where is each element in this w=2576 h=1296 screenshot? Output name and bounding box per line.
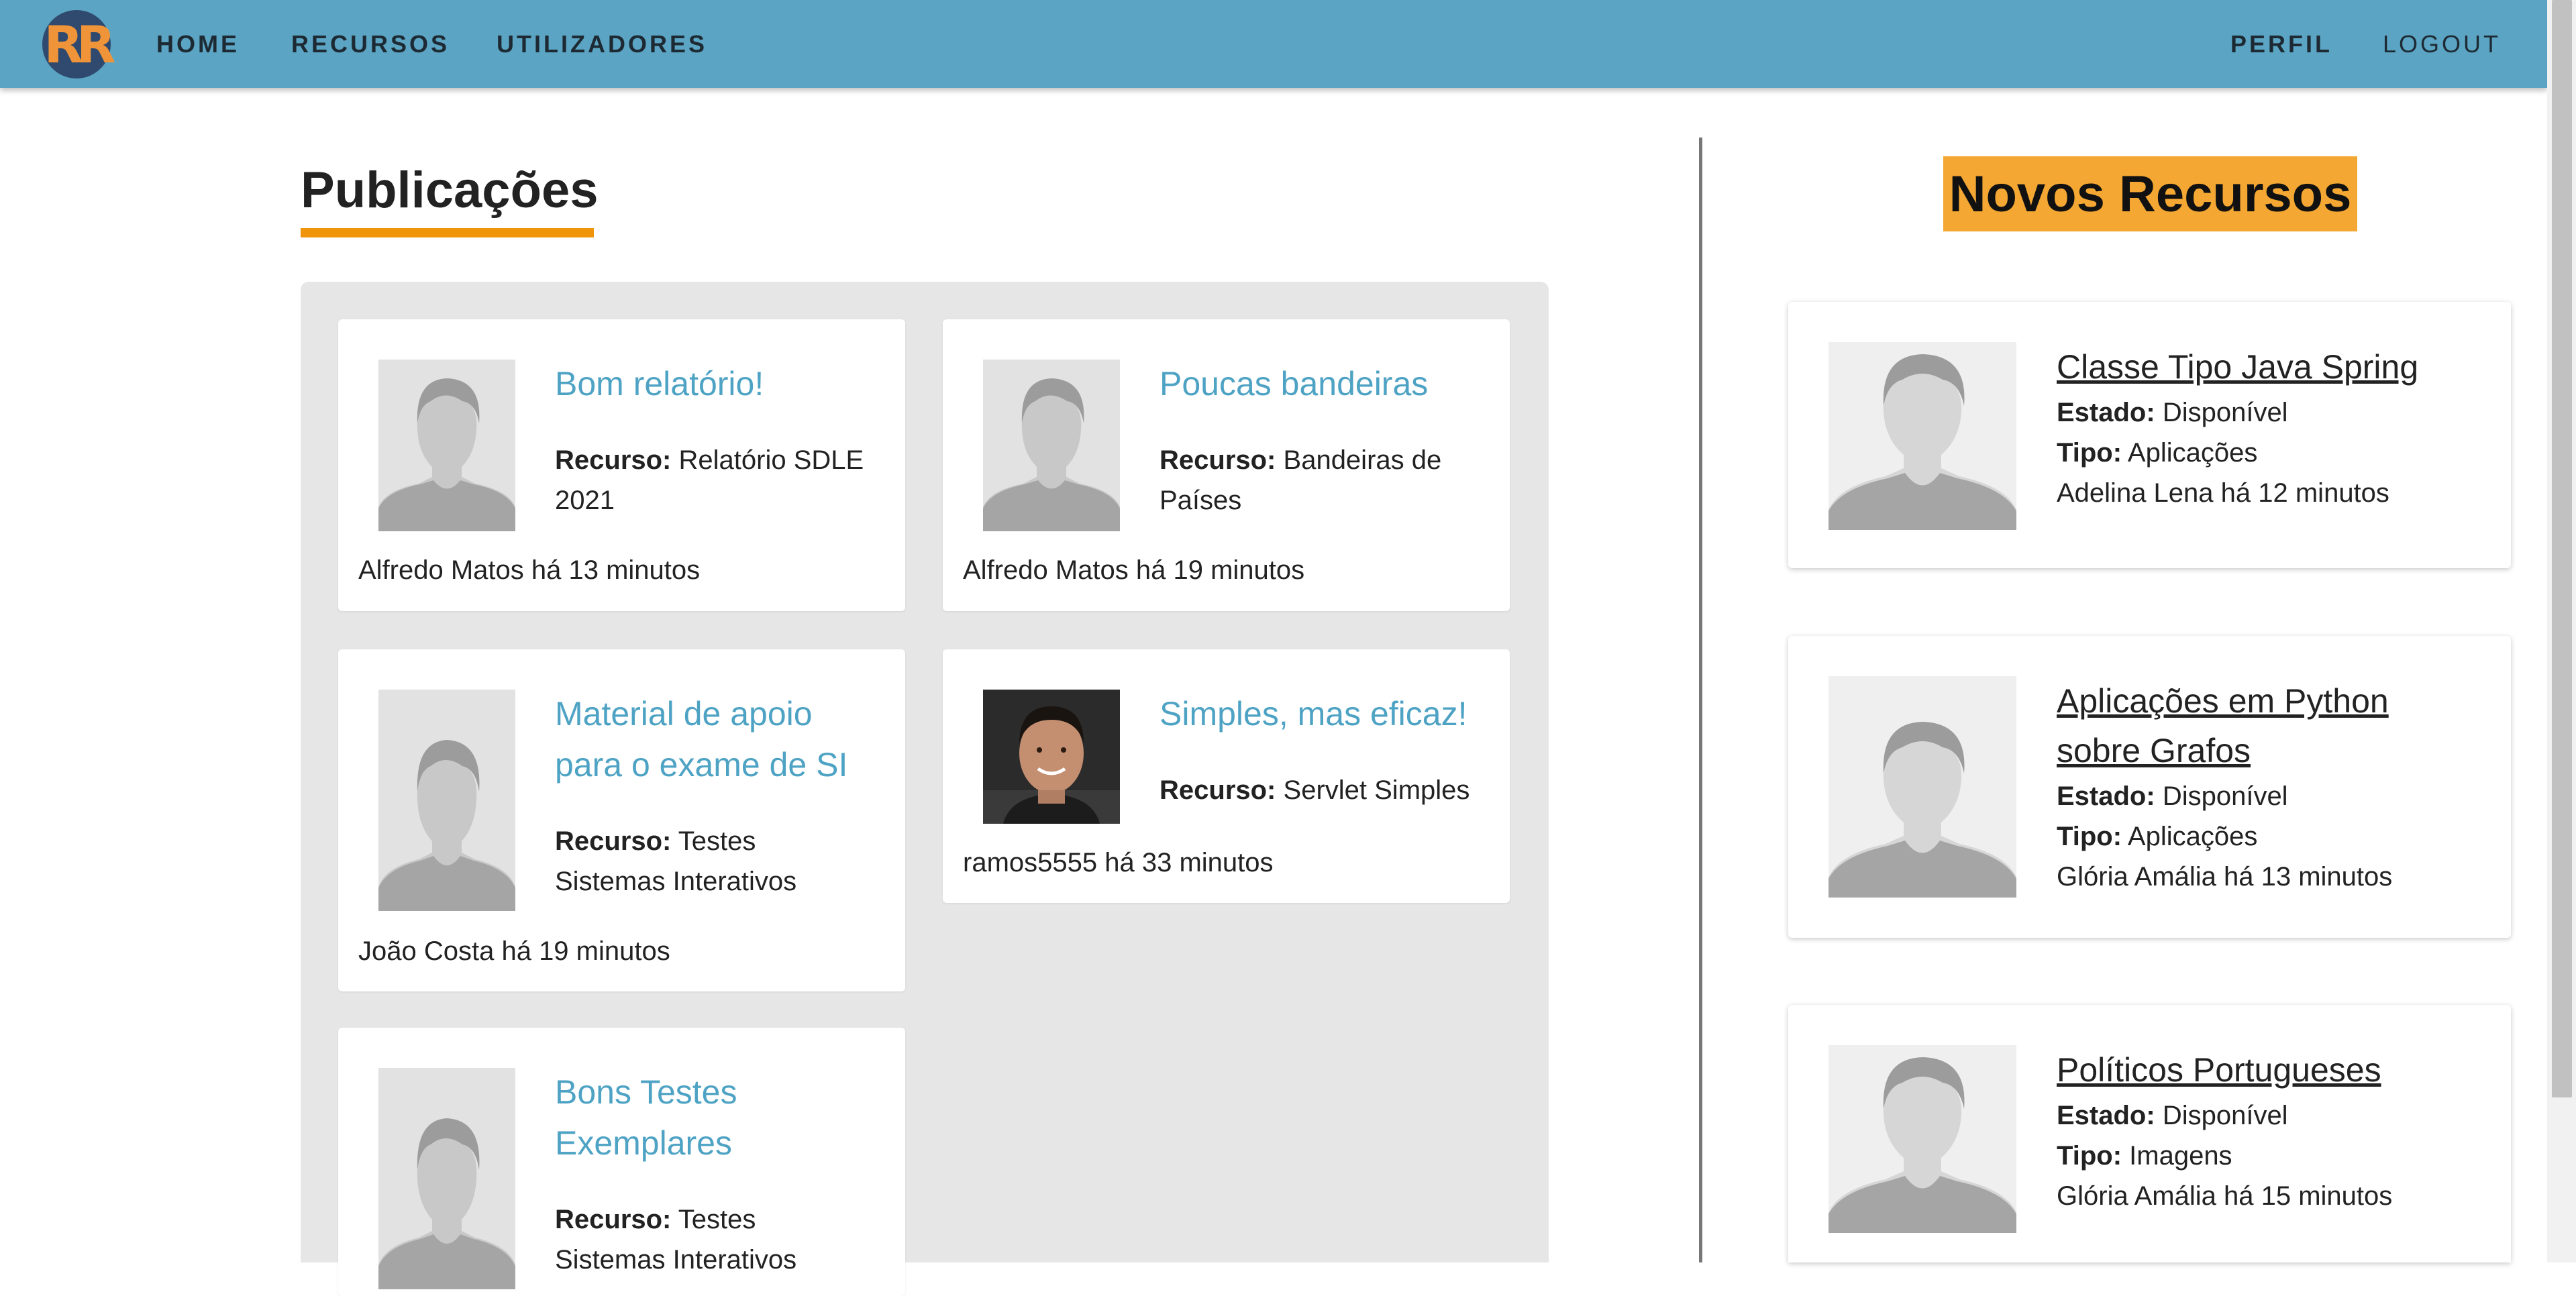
post-resource-cont: Sistemas Interativos — [555, 1245, 797, 1275]
post-resource-cont: Países — [1160, 486, 1242, 515]
resource-link[interactable]: Aplicações em Python — [2057, 676, 2389, 726]
tipo-label: Tipo: — [2057, 822, 2122, 851]
resource-label: Recurso: — [555, 445, 672, 475]
nav-logout[interactable]: LOGOUT — [2383, 0, 2501, 88]
scrollbar-thumb[interactable] — [2552, 0, 2572, 1097]
heading-underline — [301, 228, 594, 237]
post-resource: Recurso: Relatório SDLE — [555, 440, 864, 480]
resource-estado: Estado: Disponível — [2057, 1101, 2288, 1131]
resource-card[interactable]: Classe Tipo Java Spring Estado: Disponív… — [1788, 302, 2511, 568]
resource-tipo: Tipo: Aplicações — [2057, 438, 2257, 468]
resource-card[interactable]: Políticos Portugueses Estado: Disponível… — [1788, 1005, 2511, 1262]
resource-name: Relatório SDLE — [678, 445, 864, 475]
tipo-label: Tipo: — [2057, 438, 2122, 468]
resource-tipo: Tipo: Imagens — [2057, 1141, 2232, 1171]
user-photo — [983, 690, 1120, 824]
post-title[interactable]: Poucas bandeiras — [1160, 358, 1428, 409]
post-resource: Recurso: Bandeiras de — [1160, 440, 1441, 480]
resource-label: Recurso: — [1160, 445, 1276, 475]
estado-label: Estado: — [2057, 781, 2155, 811]
post-title[interactable]: Bons Testes — [555, 1067, 737, 1118]
post-title[interactable]: Material de apoio — [555, 688, 813, 739]
resource-author: Adelina Lena há 12 minutos — [2057, 478, 2389, 508]
top-navbar: RR HOME RECURSOS UTILIZADORES PERFIL LOG… — [0, 0, 2547, 88]
post-card[interactable]: Bons Testes Exemplares Recurso: Testes S… — [338, 1028, 905, 1296]
post-author: João Costa há 19 minutos — [358, 936, 670, 966]
post-title-cont[interactable]: Exemplares — [555, 1118, 732, 1169]
column-divider — [1699, 138, 1702, 1262]
post-title-cont[interactable]: para o exame de SI — [555, 739, 847, 790]
estado-value: Disponível — [2162, 398, 2288, 427]
resource-tipo: Tipo: Aplicações — [2057, 822, 2257, 852]
resource-name: Testes — [678, 1205, 756, 1234]
resource-name: Servlet Simples — [1283, 775, 1470, 805]
default-avatar-icon — [983, 360, 1120, 531]
resource-estado: Estado: Disponível — [2057, 398, 2288, 428]
resource-label: Recurso: — [1160, 775, 1276, 805]
nav-recursos[interactable]: RECURSOS — [291, 0, 450, 88]
novos-recursos-heading: Novos Recursos — [1943, 156, 2357, 231]
nav-perfil[interactable]: PERFIL — [2230, 0, 2332, 88]
default-avatar-icon — [378, 360, 515, 531]
publicacoes-heading: Publicações — [301, 162, 599, 219]
default-avatar-icon — [1828, 676, 2016, 898]
nav-home[interactable]: HOME — [156, 0, 240, 88]
resource-estado: Estado: Disponível — [2057, 781, 2288, 812]
post-card[interactable]: Bom relatório! Recurso: Relatório SDLE 2… — [338, 319, 905, 611]
estado-label: Estado: — [2057, 398, 2155, 427]
default-avatar-icon — [1828, 342, 2016, 530]
publicacoes-panel: Bom relatório! Recurso: Relatório SDLE 2… — [301, 282, 1549, 1296]
logo-text: RR — [44, 14, 115, 74]
resource-label: Recurso: — [555, 1205, 672, 1234]
estado-label: Estado: — [2057, 1101, 2155, 1130]
default-avatar-icon — [378, 1068, 515, 1289]
resource-card[interactable]: Aplicações em Python sobre Grafos Estado… — [1788, 636, 2511, 938]
post-resource-cont: Sistemas Interativos — [555, 867, 797, 896]
default-avatar-icon — [378, 690, 515, 911]
default-avatar-icon — [1828, 1045, 2016, 1233]
post-title[interactable]: Bom relatório! — [555, 358, 764, 409]
tipo-value: Aplicações — [2127, 438, 2258, 468]
estado-value: Disponível — [2162, 1101, 2288, 1130]
nav-utilizadores[interactable]: UTILIZADORES — [497, 0, 707, 88]
resource-name: Bandeiras de — [1283, 445, 1442, 475]
tipo-label: Tipo: — [2057, 1141, 2122, 1171]
post-card[interactable]: Poucas bandeiras Recurso: Bandeiras de P… — [943, 319, 1510, 611]
post-author: Alfredo Matos há 19 minutos — [963, 555, 1305, 585]
resource-author: Glória Amália há 13 minutos — [2057, 862, 2393, 892]
post-card[interactable]: Simples, mas eficaz! Recurso: Servlet Si… — [943, 649, 1510, 903]
post-title[interactable]: Simples, mas eficaz! — [1160, 688, 1467, 739]
resource-link[interactable]: Políticos Portugueses — [2057, 1045, 2381, 1095]
resource-label: Recurso: — [555, 826, 672, 856]
resource-name: Testes — [678, 826, 756, 856]
resource-author: Glória Amália há 15 minutos — [2057, 1181, 2393, 1211]
post-card[interactable]: Material de apoio para o exame de SI Rec… — [338, 649, 905, 991]
tipo-value: Aplicações — [2127, 822, 2258, 851]
resource-link-cont[interactable]: sobre Grafos — [2057, 726, 2251, 775]
app-logo[interactable]: RR — [42, 10, 116, 78]
post-resource: Recurso: Testes — [555, 1199, 756, 1240]
post-resource: Recurso: Testes — [555, 821, 756, 861]
resource-link[interactable]: Classe Tipo Java Spring — [2057, 342, 2418, 392]
post-resource: Recurso: Servlet Simples — [1160, 770, 1470, 810]
page-scrollbar[interactable] — [2547, 0, 2576, 1262]
estado-value: Disponível — [2162, 781, 2288, 811]
post-author: ramos5555 há 33 minutos — [963, 848, 1274, 877]
tipo-value: Imagens — [2129, 1141, 2232, 1171]
post-author: Alfredo Matos há 13 minutos — [358, 555, 701, 585]
post-resource-cont: 2021 — [555, 486, 615, 515]
